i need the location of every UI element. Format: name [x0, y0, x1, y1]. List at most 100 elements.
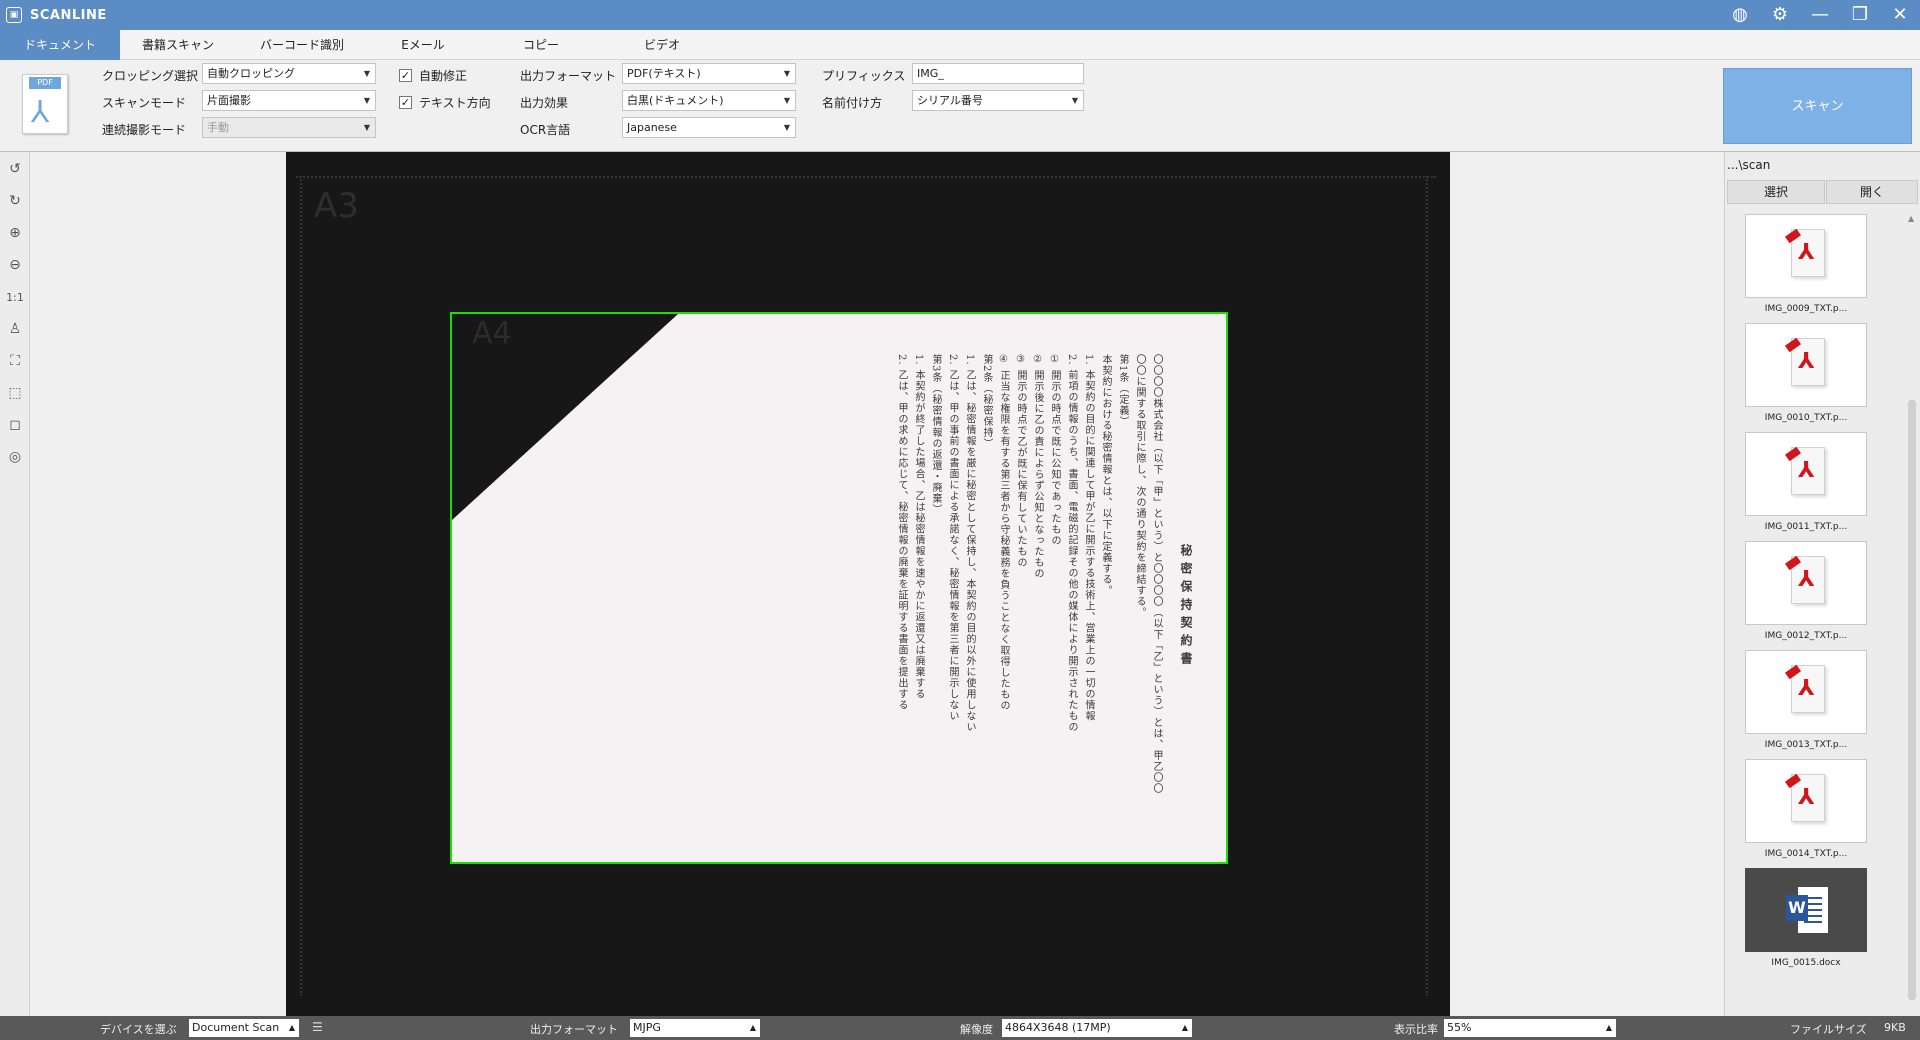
actual-size-icon[interactable]: 1:1: [3, 285, 27, 309]
prefix-input[interactable]: IMG_: [912, 63, 1084, 84]
chevron-up-icon: ▲: [1181, 1023, 1188, 1032]
output-effect-select[interactable]: 白黒(ドキュメント) ▼: [622, 90, 796, 111]
scan-button[interactable]: スキャン: [1723, 68, 1912, 144]
word-file-icon: W: [1786, 887, 1830, 933]
document-line: 本契約における秘密情報とは、以下に定義する。: [1100, 354, 1111, 596]
output-format-label: 出力フォーマット: [520, 69, 617, 83]
naming-value: シリアル番号: [917, 94, 983, 107]
ocr-language-select[interactable]: Japanese ▼: [622, 117, 796, 138]
stream-format-label: 出力フォーマット: [530, 1023, 618, 1036]
thumbnail-item[interactable]: ⅄ IMG_0011_TXT.p...: [1735, 432, 1895, 532]
globe-icon[interactable]: ◍: [1720, 0, 1760, 30]
rotate-left-icon[interactable]: ↺: [3, 157, 27, 181]
chevron-up-icon: ▲: [1605, 1023, 1612, 1032]
close-icon[interactable]: ✕: [1880, 0, 1920, 30]
open-folder-button[interactable]: 開く: [1826, 180, 1918, 204]
output-format-value: PDF(テキスト): [627, 67, 701, 80]
zoom-out-icon[interactable]: ⊖: [3, 253, 27, 277]
document-line: 2. 前項の情報のうち、書面、電磁的記録その他の媒体により開示されたもの: [1066, 354, 1077, 733]
output-effect-value: 白黒(ドキュメント): [627, 94, 724, 107]
camera-preview[interactable]: A3 秘密保持契約書 〇〇〇〇株式会社（以下「甲」という）と〇〇〇〇（以下「乙」…: [286, 152, 1450, 1016]
tab-document[interactable]: ドキュメント: [0, 30, 120, 60]
document-line: 2. 乙は、甲の事前の書面による承諾なく、秘密情報を第三者に開示しない: [947, 354, 958, 722]
zoom-select[interactable]: 55% ▲: [1444, 1019, 1616, 1037]
text-direction-checkbox[interactable]: ✓: [399, 96, 412, 109]
tab-barcode[interactable]: バーコード識別: [236, 30, 368, 60]
document-line: ③ 開示の時点で乙が既に保有していたもの: [1015, 354, 1026, 569]
file-panel: ...\scan 選択 開く ⅄ IMG_0009_TXT.p... ⅄ IMG…: [1724, 152, 1920, 1016]
pdf-file-thumb: ⅄: [1745, 432, 1867, 516]
paper-size-a4-label: A4: [472, 316, 512, 351]
crop-frame[interactable]: 秘密保持契約書 〇〇〇〇株式会社（以下「甲」という）と〇〇〇〇（以下「乙」という…: [450, 312, 1228, 864]
document-line: 1. 本契約が終了した場合、乙は秘密情報を速やかに返還又は廃棄する: [913, 354, 924, 700]
pdf-file-icon: ⅄: [1784, 228, 1825, 277]
document-line: ② 開示後に乙の責によらず公知となったもの: [1032, 354, 1043, 580]
document-line: 第3条（秘密情報の返還・廃棄）: [930, 354, 941, 516]
app-logo-icon: ▣: [6, 7, 22, 23]
naming-select[interactable]: シリアル番号 ▼: [912, 90, 1084, 111]
window-controls: ◍ ⚙ — ❐ ✕: [1720, 0, 1920, 30]
fit-icon[interactable]: ⛶: [3, 349, 27, 373]
chevron-down-icon: ▼: [783, 96, 790, 105]
ocr-language-label: OCR言語: [520, 123, 571, 137]
device-settings-icon[interactable]: ☰: [312, 1020, 323, 1034]
file-size-label: ファイルサイズ: [1790, 1023, 1867, 1036]
thumbnail-filename: IMG_0015.docx: [1771, 958, 1841, 968]
stamp-icon[interactable]: ♙: [3, 317, 27, 341]
select-folder-button[interactable]: 選択: [1727, 180, 1825, 204]
settings-circle-icon[interactable]: ◎: [3, 445, 27, 469]
stream-format-value: MJPG: [633, 1021, 661, 1034]
thumbnail-item[interactable]: ⅄ IMG_0013_TXT.p...: [1735, 650, 1895, 750]
pdf-file-icon: ⅄: [1784, 773, 1825, 822]
thumbnail-filename: IMG_0009_TXT.p...: [1764, 304, 1848, 314]
device-select[interactable]: Document Scan ▲: [189, 1019, 299, 1037]
scan-mode-label: スキャンモード: [102, 96, 187, 110]
chevron-up-icon: ▲: [749, 1023, 756, 1032]
ocr-language-value: Japanese: [627, 121, 677, 134]
a3-guide-left: [300, 176, 302, 996]
select-area-icon[interactable]: ⬚: [3, 381, 27, 405]
document-line: 2. 乙は、甲の求めに応じて、秘密情報の廃棄を証明する書面を提出する: [896, 354, 907, 711]
resolution-select[interactable]: 4864X3648 (17MP) ▲: [1002, 1019, 1192, 1037]
thumbnail-item[interactable]: ⅄ IMG_0010_TXT.p...: [1735, 323, 1895, 423]
restore-icon[interactable]: ❐: [1840, 0, 1880, 30]
scrollbar-thumb[interactable]: [1908, 400, 1916, 1000]
thumbnail-item[interactable]: W IMG_0015.docx: [1735, 868, 1895, 968]
scan-mode-value: 片面撮影: [207, 94, 251, 107]
scan-settings-toolbar: PDF ⅄ クロッピング選択 自動クロッピング ▼ スキャンモード 片面撮影 ▼ 連…: [0, 60, 1920, 152]
scan-mode-select[interactable]: 片面撮影 ▼: [202, 90, 376, 111]
output-format-select[interactable]: PDF(テキスト) ▼: [622, 63, 796, 84]
thumbnail-filename: IMG_0010_TXT.p...: [1764, 413, 1848, 423]
word-file-thumb: W: [1745, 868, 1867, 952]
thumbnail-filename: IMG_0014_TXT.p...: [1764, 849, 1848, 859]
zoom-in-icon[interactable]: ⊕: [3, 221, 27, 245]
thumbnail-item[interactable]: ⅄ IMG_0012_TXT.p...: [1735, 541, 1895, 641]
thumbnail-scrollbar[interactable]: ▲: [1908, 210, 1916, 1010]
thumbnail-filename: IMG_0012_TXT.p...: [1764, 631, 1848, 641]
output-effect-label: 出力効果: [520, 96, 569, 110]
rotate-right-icon[interactable]: ↻: [3, 189, 27, 213]
tab-video[interactable]: ビデオ: [604, 30, 720, 60]
thumbnail-item[interactable]: ⅄ IMG_0009_TXT.p...: [1735, 214, 1895, 314]
thumbnail-item[interactable]: ⅄ IMG_0014_TXT.p...: [1735, 759, 1895, 859]
tab-book-scan[interactable]: 書籍スキャン: [120, 30, 236, 60]
title-bar: ▣ SCANLINE ◍ ⚙ — ❐ ✕: [0, 0, 1920, 30]
zoom-value: 55%: [1447, 1021, 1472, 1034]
stream-format-select[interactable]: MJPG ▲: [630, 1019, 760, 1037]
output-format-tile[interactable]: PDF ⅄: [22, 74, 68, 134]
crop-icon[interactable]: ◻: [3, 413, 27, 437]
auto-correct-checkbox[interactable]: ✓: [399, 69, 412, 82]
status-bar: デバイスを選ぶ Document Scan ▲ ☰ 出力フォーマット MJPG ▲ …: [0, 1016, 1920, 1040]
thumbnail-list: ⅄ IMG_0009_TXT.p... ⅄ IMG_0010_TXT.p... …: [1725, 210, 1905, 1010]
pdf-file-thumb: ⅄: [1745, 214, 1867, 298]
chevron-down-icon: ▼: [363, 123, 370, 132]
pdf-file-thumb: ⅄: [1745, 541, 1867, 625]
scroll-up-icon[interactable]: ▲: [1908, 214, 1914, 223]
gear-icon[interactable]: ⚙: [1760, 0, 1800, 30]
tab-copy[interactable]: コピー: [478, 30, 604, 60]
tab-email[interactable]: Eメール: [368, 30, 478, 60]
minimize-icon[interactable]: —: [1800, 0, 1840, 30]
cropping-value: 自動クロッピング: [207, 67, 295, 80]
resolution-label: 解像度: [960, 1023, 993, 1036]
cropping-select[interactable]: 自動クロッピング ▼: [202, 63, 376, 84]
